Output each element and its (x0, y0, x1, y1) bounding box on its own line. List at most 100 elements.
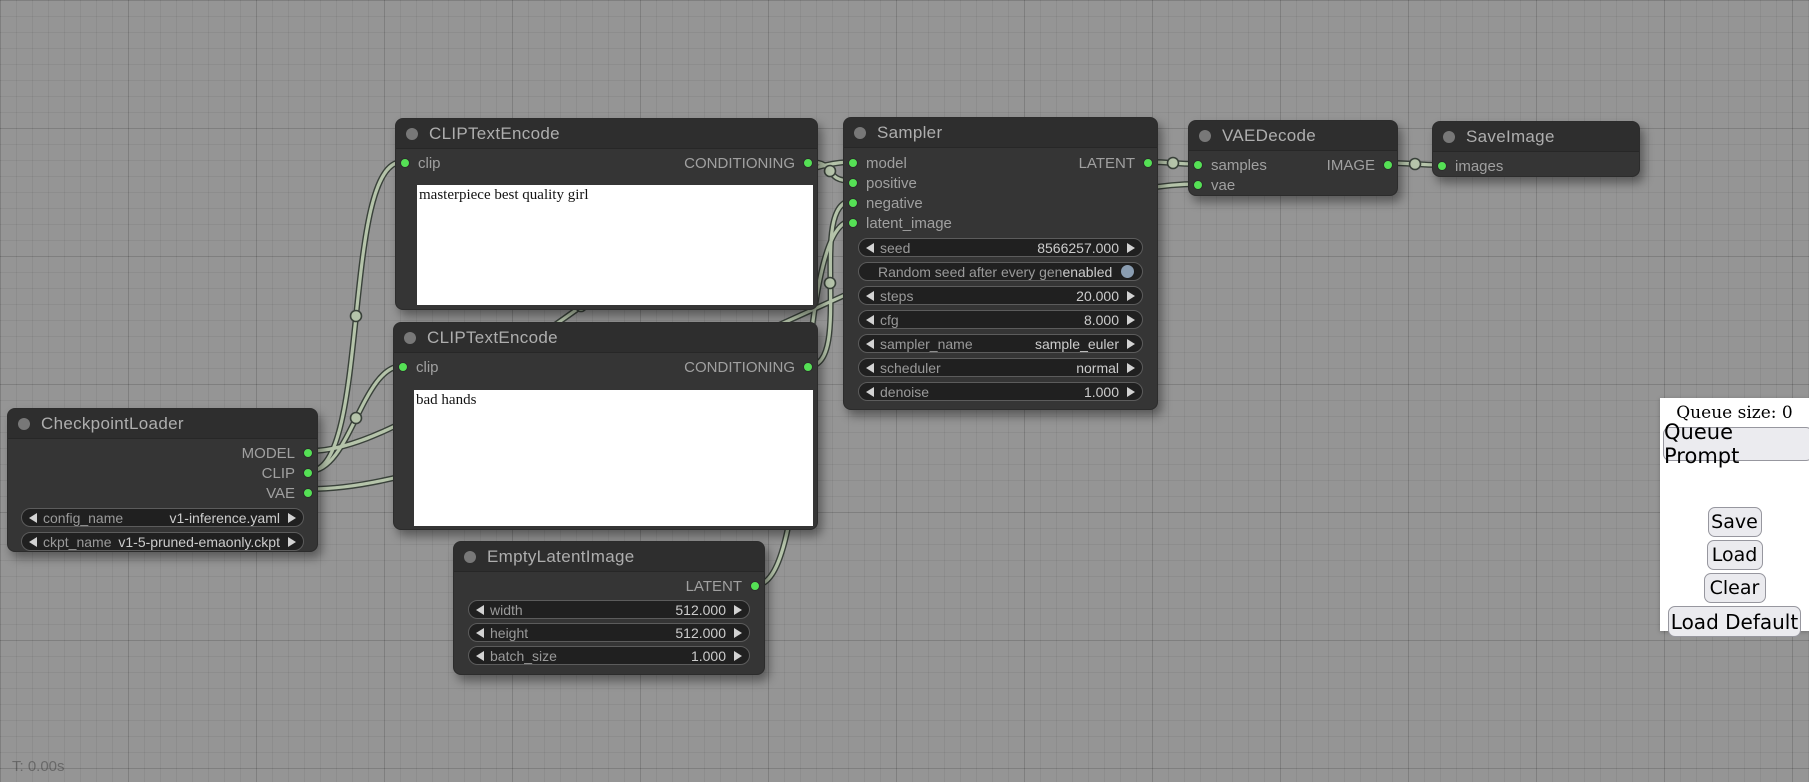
widget-value: 8.000 (1084, 312, 1119, 328)
increment-arrow-icon[interactable] (1127, 315, 1135, 325)
node-saveimage[interactable]: SaveImage images (1432, 121, 1640, 177)
decrement-arrow-icon[interactable] (476, 628, 484, 638)
widget-steps[interactable]: steps 20.000 (858, 286, 1143, 305)
toggle-enabled-icon[interactable] (1120, 264, 1135, 279)
output-port-icon[interactable] (803, 362, 813, 372)
node-emptylatentimage[interactable]: EmptyLatentImage LATENT width 512.000 he… (453, 541, 765, 675)
output-port-icon[interactable] (303, 468, 313, 478)
input-port-icon[interactable] (1437, 161, 1447, 171)
output-port-icon[interactable] (750, 581, 760, 591)
node-collapse-dot-icon[interactable] (18, 418, 30, 430)
decrement-arrow-icon[interactable] (29, 537, 37, 547)
widget-value: 8566257.000 (1037, 240, 1119, 256)
input-label: vae (1211, 177, 1235, 194)
increment-arrow-icon[interactable] (734, 651, 742, 661)
decrement-arrow-icon[interactable] (866, 291, 874, 301)
input-port-icon[interactable] (848, 158, 858, 168)
widget-value: v1-inference.yaml (170, 510, 281, 526)
decrement-arrow-icon[interactable] (866, 363, 874, 373)
input-port-icon[interactable] (398, 362, 408, 372)
increment-arrow-icon[interactable] (734, 628, 742, 638)
output-slot-clip: CLIP (8, 463, 317, 483)
load-default-button[interactable]: Load Default (1668, 606, 1801, 637)
node-title-bar[interactable]: VAEDecode (1189, 121, 1397, 151)
widget-seed[interactable]: seed 8566257.000 (858, 238, 1143, 257)
widget-ckpt-name[interactable]: ckpt_name v1-5-pruned-emaonly.ckpt (21, 532, 304, 551)
widget-denoise[interactable]: denoise 1.000 (858, 382, 1143, 401)
clear-button[interactable]: Clear (1704, 573, 1766, 603)
output-port-icon[interactable] (803, 158, 813, 168)
node-title-bar[interactable]: CheckpointLoader (8, 409, 317, 439)
node-collapse-dot-icon[interactable] (854, 127, 866, 139)
node-title-bar[interactable]: Sampler (844, 118, 1157, 148)
node-title-bar[interactable]: EmptyLatentImage (454, 542, 764, 572)
node-sampler[interactable]: Sampler model LATENT positive negative l… (843, 117, 1158, 410)
widget-scheduler[interactable]: scheduler normal (858, 358, 1143, 377)
node-collapse-dot-icon[interactable] (406, 128, 418, 140)
input-label: clip (416, 359, 439, 376)
widget-height[interactable]: height 512.000 (468, 623, 750, 642)
widget-label: config_name (43, 510, 123, 526)
increment-arrow-icon[interactable] (1127, 291, 1135, 301)
widget-value: 512.000 (675, 625, 726, 641)
widget-batch-size[interactable]: batch_size 1.000 (468, 646, 750, 665)
decrement-arrow-icon[interactable] (476, 605, 484, 615)
decrement-arrow-icon[interactable] (866, 387, 874, 397)
output-port-icon[interactable] (303, 448, 313, 458)
node-checkpointloader[interactable]: CheckpointLoader MODEL CLIP VAE config_n… (7, 408, 318, 552)
input-port-icon[interactable] (1193, 180, 1203, 190)
node-collapse-dot-icon[interactable] (1443, 131, 1455, 143)
increment-arrow-icon[interactable] (1127, 363, 1135, 373)
widget-random-seed-toggle[interactable]: Random seed after every gen enabled (858, 262, 1143, 281)
input-port-icon[interactable] (848, 198, 858, 208)
node-title-bar[interactable]: CLIPTextEncode (394, 323, 817, 353)
input-port-icon[interactable] (400, 158, 410, 168)
node-title-bar[interactable]: CLIPTextEncode (396, 119, 817, 149)
load-button[interactable]: Load (1707, 540, 1763, 570)
comfy-menu-panel: Queue size: 0 Queue Prompt Save Load Cle… (1660, 398, 1809, 631)
node-collapse-dot-icon[interactable] (464, 551, 476, 563)
widget-cfg[interactable]: cfg 8.000 (858, 310, 1143, 329)
node-collapse-dot-icon[interactable] (404, 332, 416, 344)
slot-row: model LATENT (844, 153, 1157, 173)
output-port-icon[interactable] (303, 488, 313, 498)
node-vaedecode[interactable]: VAEDecode samples IMAGE vae (1188, 120, 1398, 196)
queue-prompt-button[interactable]: Queue Prompt (1663, 427, 1809, 461)
widget-config-name[interactable]: config_name v1-inference.yaml (21, 508, 304, 527)
save-button[interactable]: Save (1708, 507, 1762, 537)
output-slot-model: MODEL (8, 443, 317, 463)
prompt-textarea[interactable]: masterpiece best quality girl (417, 185, 813, 305)
output-label: CLIP (262, 465, 295, 482)
output-label: VAE (266, 485, 295, 502)
increment-arrow-icon[interactable] (1127, 339, 1135, 349)
output-slot-latent: LATENT (454, 576, 764, 596)
increment-arrow-icon[interactable] (288, 537, 296, 547)
output-port-icon[interactable] (1383, 160, 1393, 170)
increment-arrow-icon[interactable] (734, 605, 742, 615)
node-cliptextencode-positive[interactable]: CLIPTextEncode clip CONDITIONING masterp… (395, 118, 818, 310)
widget-label: seed (880, 240, 910, 256)
input-label: positive (866, 175, 917, 192)
increment-arrow-icon[interactable] (1127, 243, 1135, 253)
prompt-textarea[interactable]: bad hands (414, 390, 813, 526)
decrement-arrow-icon[interactable] (866, 339, 874, 349)
decrement-arrow-icon[interactable] (476, 651, 484, 661)
decrement-arrow-icon[interactable] (866, 315, 874, 325)
node-collapse-dot-icon[interactable] (1199, 130, 1211, 142)
increment-arrow-icon[interactable] (288, 513, 296, 523)
increment-arrow-icon[interactable] (1127, 387, 1135, 397)
decrement-arrow-icon[interactable] (866, 243, 874, 253)
widget-sampler-name[interactable]: sampler_name sample_euler (858, 334, 1143, 353)
node-cliptextencode-negative[interactable]: CLIPTextEncode clip CONDITIONING bad han… (393, 322, 818, 530)
input-port-icon[interactable] (1193, 160, 1203, 170)
widget-label: cfg (880, 312, 899, 328)
input-port-icon[interactable] (848, 178, 858, 188)
input-port-icon[interactable] (848, 218, 858, 228)
node-title: EmptyLatentImage (487, 547, 635, 567)
widget-label: steps (880, 288, 913, 304)
node-title-bar[interactable]: SaveImage (1433, 122, 1639, 152)
output-port-icon[interactable] (1143, 158, 1153, 168)
widget-width[interactable]: width 512.000 (468, 600, 750, 619)
decrement-arrow-icon[interactable] (29, 513, 37, 523)
widget-label: batch_size (490, 648, 557, 664)
